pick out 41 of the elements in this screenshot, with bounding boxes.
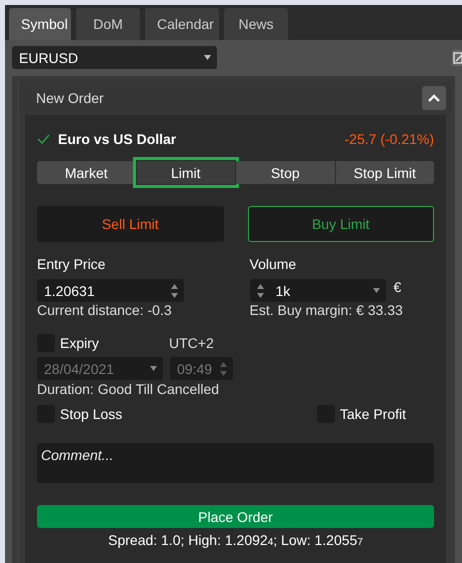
- volume-field[interactable]: 1k: [250, 279, 386, 302]
- spinner-icon: [220, 362, 227, 376]
- timezone-label: UTC+2: [169, 335, 214, 351]
- order-type-tab[interactable]: Stop: [236, 161, 334, 184]
- spinner-icon: [256, 284, 264, 298]
- dropdown-arrow-icon: [204, 54, 211, 61]
- chevron-icon: [428, 94, 440, 102]
- order-type-tab[interactable]: Stop Limit: [336, 161, 434, 184]
- stop-loss-checkbox[interactable]: Stop Loss: [37, 405, 122, 423]
- dropdown-arrow-icon: [150, 365, 157, 372]
- symbol-dropdown[interactable]: EURUSD: [12, 46, 217, 69]
- time-field[interactable]: 09:49: [170, 357, 233, 380]
- tab[interactable]: DoM: [76, 8, 140, 40]
- buy-button[interactable]: Buy Limit: [248, 206, 434, 242]
- popout-icon[interactable]: [452, 50, 462, 66]
- collapse-button[interactable]: [422, 86, 446, 110]
- tab[interactable]: Calendar: [145, 8, 219, 40]
- comment-field[interactable]: Comment...: [37, 443, 434, 483]
- currency-symbol: €: [394, 279, 402, 295]
- field-label: Entry Price: [37, 256, 106, 272]
- tab[interactable]: Symbol: [9, 8, 71, 40]
- take-profit-checkbox[interactable]: Take Profit: [316, 405, 406, 423]
- dropdown-arrow-icon: [372, 287, 380, 294]
- panel-title: New Order: [36, 90, 104, 106]
- price-change: -25.7 (-0.21%): [344, 131, 434, 147]
- margin-note: Est. Buy margin: € 33.33: [250, 302, 404, 318]
- expiry-checkbox[interactable]: Expiry: [37, 334, 169, 352]
- place-order-button[interactable]: Place Order: [37, 505, 434, 528]
- tab[interactable]: News: [224, 8, 288, 40]
- order-type-tab[interactable]: Market: [37, 161, 136, 184]
- entry-price-field[interactable]: 1.20631: [37, 279, 184, 302]
- duration-note: Duration: Good Till Cancelled: [37, 381, 220, 397]
- spread-info: Spread: 1.0; High: 1.2092$_{4}$; Low: 1.2055$_{7}$: [107, 532, 364, 548]
- order-type-tab[interactable]: Limit: [136, 161, 235, 184]
- check-icon: [37, 134, 50, 144]
- sell-button[interactable]: Sell Limit: [37, 206, 224, 242]
- instrument-name: Euro vs US Dollar: [58, 131, 176, 147]
- date-field[interactable]: 28/04/2021: [37, 357, 163, 380]
- spinner-icon: [171, 284, 178, 298]
- distance-note: Current distance: -0.3: [37, 302, 173, 318]
- field-label: Volume: [250, 256, 298, 272]
